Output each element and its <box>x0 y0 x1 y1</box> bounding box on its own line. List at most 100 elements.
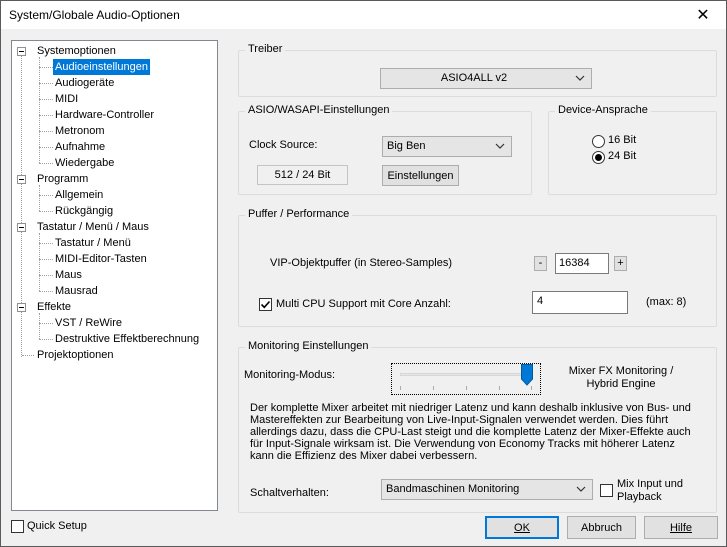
tree-item[interactable]: Tastatur / Menü / Maus <box>12 219 217 235</box>
collapse-icon[interactable] <box>17 303 26 312</box>
tree-item[interactable]: Hardware-Controller <box>12 107 217 123</box>
tree-item[interactable]: Programm <box>12 171 217 187</box>
driver-select[interactable]: ASIO4ALL v2 <box>380 68 592 89</box>
radio-16bit-label: 16 Bit <box>608 134 637 146</box>
tree-item-label: MIDI-Editor-Tasten <box>55 253 147 265</box>
tree-item-label: Tastatur / Menü / Maus <box>37 221 149 233</box>
radio-16bit[interactable] <box>592 135 605 148</box>
switch-behavior-label: Schaltverhalten: <box>250 487 329 499</box>
puffer-group: Puffer / Performance <box>238 208 717 327</box>
tree-connector <box>39 243 53 244</box>
tree-connector <box>39 147 53 148</box>
multicpu-checkbox[interactable] <box>259 298 272 311</box>
collapse-icon[interactable] <box>17 47 26 56</box>
ok-button-label: OK <box>514 521 530 534</box>
close-icon[interactable]: ✕ <box>680 1 726 29</box>
tree-item-label: Audiogeräte <box>55 77 115 89</box>
puffer-title: Puffer / Performance <box>245 208 353 220</box>
monitoring-title: Monitoring Einstellungen <box>245 340 372 352</box>
help-button[interactable]: Hilfe <box>644 516 718 539</box>
tree-connector <box>39 259 53 260</box>
tree-item[interactable]: Allgemein <box>12 187 217 203</box>
monitoring-mode-slider[interactable] <box>391 363 541 395</box>
tree-connector <box>39 163 53 164</box>
monitoring-mode-value: Mixer FX Monitoring / Hybrid Engine <box>556 365 686 391</box>
tree-item[interactable]: Audioeinstellungen <box>12 59 217 75</box>
tree-item-label: Wiedergabe <box>55 157 115 169</box>
slider-ticks <box>400 386 532 390</box>
cancel-button[interactable]: Abbruch <box>567 516 636 539</box>
chevron-down-icon <box>495 143 505 149</box>
options-tree[interactable]: Systemoptionen Audioeinstellungen Audioger… <box>11 40 218 511</box>
radio-24bit[interactable] <box>592 151 605 164</box>
clock-source-select[interactable]: Big Ben <box>382 136 512 157</box>
tree-item[interactable]: Audiogeräte <box>12 75 217 91</box>
clock-source-label: Clock Source: <box>249 139 318 151</box>
tree-connector <box>39 275 53 276</box>
chevron-down-icon <box>575 75 585 81</box>
tree-item-label: Projektoptionen <box>37 349 114 361</box>
tree-connector <box>39 233 40 291</box>
slider-thumb[interactable] <box>521 364 533 386</box>
tree-item[interactable]: VST / ReWire <box>12 315 217 331</box>
tree-item-label: Programm <box>37 173 89 185</box>
tree-item-label: Mausrad <box>55 285 98 297</box>
ok-button[interactable]: OK <box>485 516 559 539</box>
tree-connector <box>39 83 53 84</box>
monitoring-description: Der komplette Mixer arbeitet mit niedrig… <box>250 402 691 462</box>
vip-buffer-field[interactable]: 16384 <box>555 253 609 274</box>
tree-connector <box>22 355 34 356</box>
tree-item[interactable]: Systemoptionen <box>12 43 217 59</box>
tree-item-label: Allgemein <box>55 189 104 201</box>
quick-setup-label: Quick Setup <box>27 520 87 532</box>
tree-item-label: Hardware-Controller <box>55 109 155 121</box>
monitoring-mode-label: Monitoring-Modus: <box>244 369 336 381</box>
max-cores-label: (max: 8) <box>646 296 687 308</box>
tree-connector <box>39 99 53 100</box>
tree-item[interactable]: Rückgängig <box>12 203 217 219</box>
quick-setup-checkbox[interactable] <box>11 520 24 533</box>
tree-item-label: Rückgängig <box>55 205 114 217</box>
multicpu-label: Multi CPU Support mit Core Anzahl: <box>276 298 451 310</box>
tree-item[interactable]: Aufnahme <box>12 139 217 155</box>
tree-connector <box>39 313 40 339</box>
tree-item[interactable]: Wiedergabe <box>12 155 217 171</box>
tree-item-label: Aufnahme <box>55 141 106 153</box>
collapse-icon[interactable] <box>17 175 26 184</box>
tree-item[interactable]: MIDI-Editor-Tasten <box>12 251 217 267</box>
clock-source-value: Big Ben <box>387 140 426 152</box>
radio-24bit-label: 24 Bit <box>608 150 637 162</box>
tree-item-label: Effekte <box>37 301 72 313</box>
tree-item-label: Metronom <box>55 125 105 137</box>
tree-connector <box>39 67 53 68</box>
collapse-icon[interactable] <box>17 223 26 232</box>
tree-item[interactable]: Destruktive Effektberechnung <box>12 331 217 347</box>
tree-connector <box>39 185 40 211</box>
core-count-field[interactable]: 4 <box>532 291 628 314</box>
tree-item[interactable]: Mausrad <box>12 283 217 299</box>
tree-connector <box>39 291 53 292</box>
window-title: System/Globale Audio-Optionen <box>9 8 180 22</box>
vip-increase-button[interactable]: + <box>614 256 627 271</box>
switch-behavior-select[interactable]: Bandmaschinen Monitoring <box>381 479 593 500</box>
treiber-title: Treiber <box>245 43 286 55</box>
tree-item-label: VST / ReWire <box>55 317 123 329</box>
vip-buffer-label: VIP-Objektpuffer (in Stereo-Samples) <box>270 257 452 269</box>
driver-value: ASIO4ALL v2 <box>440 72 508 84</box>
tree-item[interactable]: Maus <box>12 267 217 283</box>
vip-decrease-button[interactable]: - <box>534 256 547 271</box>
slider-track <box>400 373 532 376</box>
tree-item-label: MIDI <box>55 93 79 105</box>
tree-connector <box>39 115 53 116</box>
asio-title: ASIO/WASAPI-Einstellungen <box>245 104 393 116</box>
monitoring-mode-value-line2: Hybrid Engine <box>586 378 656 390</box>
tree-item[interactable]: Projektoptionen <box>12 347 217 363</box>
tree-item[interactable]: Tastatur / Menü <box>12 235 217 251</box>
tree-item[interactable]: Metronom <box>12 123 217 139</box>
tree-item[interactable]: Effekte <box>12 299 217 315</box>
tree-connector <box>39 57 40 163</box>
mix-input-checkbox[interactable] <box>600 484 613 497</box>
asio-settings-button[interactable]: Einstellungen <box>382 165 459 186</box>
cancel-button-label: Abbruch <box>581 521 622 534</box>
tree-item[interactable]: MIDI <box>12 91 217 107</box>
